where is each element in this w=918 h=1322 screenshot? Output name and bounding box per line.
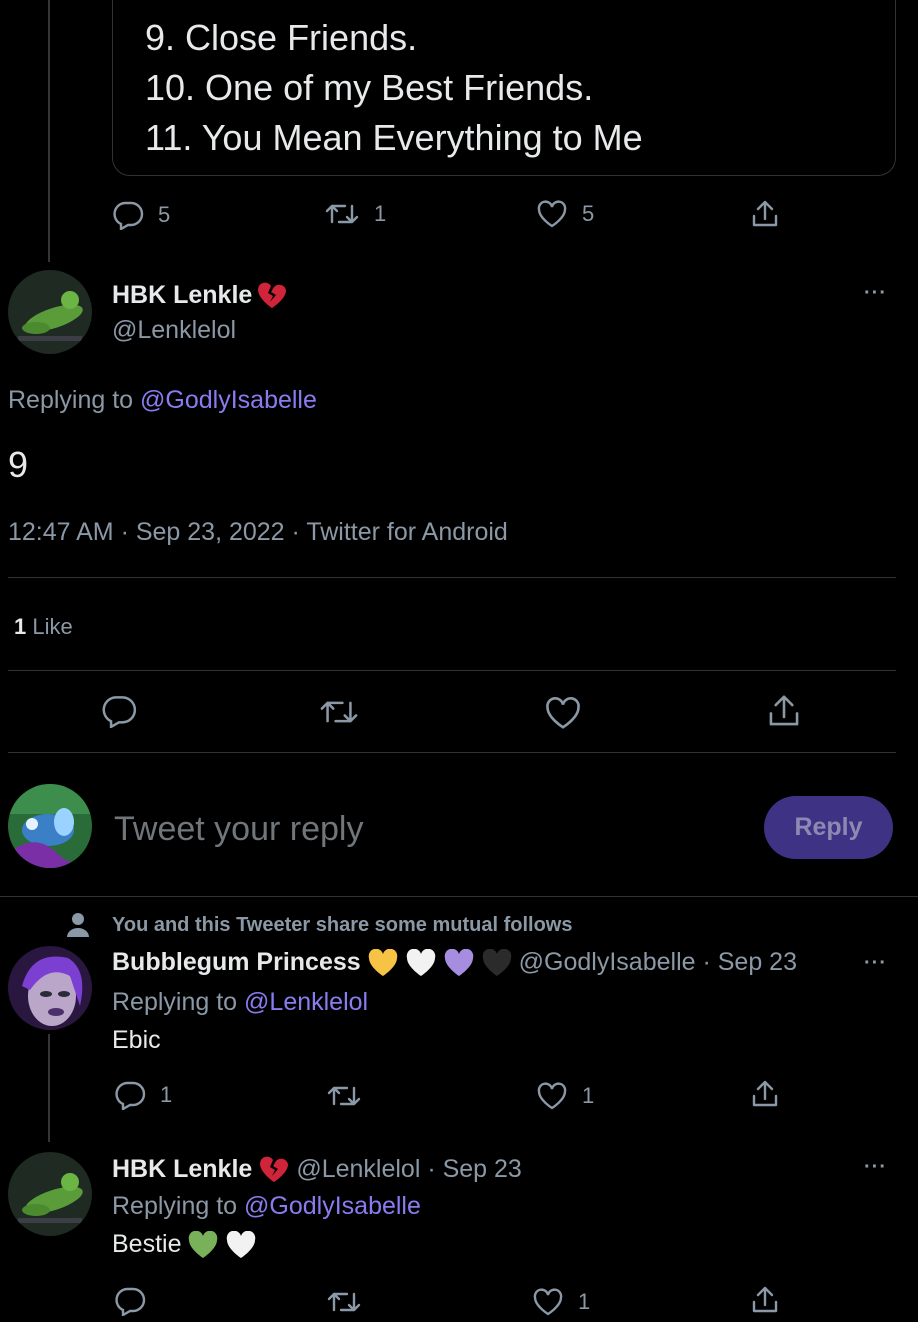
share-icon [752,1286,778,1313]
likes-stat-count: 1 [14,614,27,639]
parent-retweet-count: 1 [374,201,387,226]
main-like-button[interactable] [544,696,582,730]
divider [8,577,896,578]
share-icon [769,695,799,726]
like-icon [546,697,580,729]
parent-share-button[interactable] [750,198,780,230]
social-context: You and this Tweeter share some mutual f… [112,914,573,936]
main-replying-line: Replying to @GodlyIsabelle [8,386,317,415]
reply1-like-button[interactable]: 1 [536,1082,594,1110]
white-heart-icon [227,1230,256,1258]
reply1-reply-count: 1 [160,1082,173,1107]
quoted-tweet-card[interactable]: 9. Close Friends. 10. One of my Best Fri… [112,0,896,176]
share-icon [752,1080,778,1107]
reply2-display-name[interactable]: HBK Lenkle [112,1155,252,1184]
broken-heart-icon [260,1156,289,1182]
main-replying-to-link[interactable]: @GodlyIsabelle [140,386,317,414]
retweet-icon [327,1086,361,1106]
avatar-image [8,270,92,354]
broken-heart-icon [258,282,287,308]
likes-stat-label: Like [32,614,73,639]
parent-like-button[interactable]: 5 [536,200,594,228]
avatar-image [8,946,92,1030]
divider [8,752,896,753]
avatar-hbk-lenkle[interactable] [8,1152,92,1236]
reply-button[interactable]: Reply [764,796,893,859]
reply2-share-button[interactable] [750,1284,780,1316]
reply1-share-button[interactable] [750,1078,780,1110]
yellow-heart-icon [368,948,397,976]
reply1-reply-button[interactable]: 1 [114,1080,172,1110]
more-icon[interactable]: ··· [864,952,887,975]
quoted-line-11: 11. You Mean Everything to Me [145,117,643,158]
more-icon[interactable]: ··· [864,282,887,305]
likes-stat[interactable]: 1 Like [14,614,73,640]
thread-line-top [48,0,50,262]
reply1-retweet-button[interactable] [326,1082,362,1110]
parent-reply-button[interactable]: 5 [112,200,170,230]
my-avatar[interactable] [8,784,92,868]
main-tweet-text: 9 [8,444,29,485]
person-icon [67,913,89,937]
white-heart-icon [406,948,435,976]
black-heart-icon [482,948,511,976]
parent-like-count: 5 [582,201,595,226]
reply-icon [102,696,137,728]
reply2-replying-to-link[interactable]: @GodlyIsabelle [244,1192,421,1220]
reply-button-label: Reply [794,813,863,841]
main-timestamp[interactable]: 12:47 AM · Sep 23, 2022 · Twitter for An… [8,518,508,547]
main-display-name-text: HBK Lenkle [112,280,253,309]
reply1-replying-line: Replying to @Lenklelol [112,988,368,1017]
main-reply-button[interactable] [100,694,138,728]
reply-icon [115,1081,146,1110]
like-icon [537,200,567,228]
reply-icon [115,1287,146,1316]
quoted-line-10: 10. One of my Best Friends. [145,67,594,108]
reply1-replying-to-link[interactable]: @Lenklelol [244,988,368,1016]
reply2-like-count: 1 [578,1289,591,1314]
retweet-icon [320,701,358,723]
reply2-text: Bestie [112,1230,182,1258]
reply2-reply-button[interactable] [114,1286,146,1316]
reply1-text: Ebic [112,1026,161,1054]
avatar-image [8,1152,92,1236]
reply2-retweet-button[interactable] [326,1288,362,1316]
green-heart-icon [189,1230,218,1258]
reply2-replying-prefix: Replying to [112,1192,238,1220]
reply2-meta[interactable]: @Lenklelol · Sep 23 [296,1155,522,1184]
share-icon [752,200,778,227]
avatar-bubblegum-princess[interactable] [8,946,92,1030]
retweet-icon [327,1292,361,1312]
reply1-replying-prefix: Replying to [112,988,238,1016]
parent-retweet-button[interactable]: 1 [324,200,386,228]
purple-heart-icon [444,948,473,976]
main-retweet-button[interactable] [318,696,360,728]
composer-divider [0,896,918,897]
reply2-header: HBK Lenkle @Lenklelol · Sep 23 [112,1154,522,1184]
reply1-header: Bubblegum Princess @GodlyIsabelle · Sep … [112,948,797,977]
parent-reply-count: 5 [158,202,171,227]
reply1-like-count: 1 [582,1083,595,1108]
reply2-text-line: Bestie [112,1230,257,1259]
main-handle[interactable]: @Lenklelol [112,316,236,345]
reply-input[interactable]: Tweet your reply [114,810,734,849]
like-icon [533,1288,563,1316]
main-replying-prefix: Replying to [8,386,134,414]
more-icon[interactable]: ··· [864,1156,887,1179]
main-share-button[interactable] [766,692,802,730]
avatar-hbk-lenkle[interactable] [8,270,92,354]
main-display-name[interactable]: HBK Lenkle [112,280,288,310]
retweet-icon [325,204,359,224]
reply1-display-name[interactable]: Bubblegum Princess [112,948,361,977]
reply-icon [113,201,144,230]
like-icon [537,1082,567,1110]
quoted-line-9: 9. Close Friends. [145,17,418,58]
avatar-image [8,784,92,868]
thread-line-reply [48,1034,50,1142]
divider [8,670,896,671]
reply2-like-button[interactable]: 1 [532,1288,590,1316]
reply1-meta[interactable]: @GodlyIsabelle · Sep 23 [519,948,797,977]
reply2-replying-line: Replying to @GodlyIsabelle [112,1192,421,1221]
